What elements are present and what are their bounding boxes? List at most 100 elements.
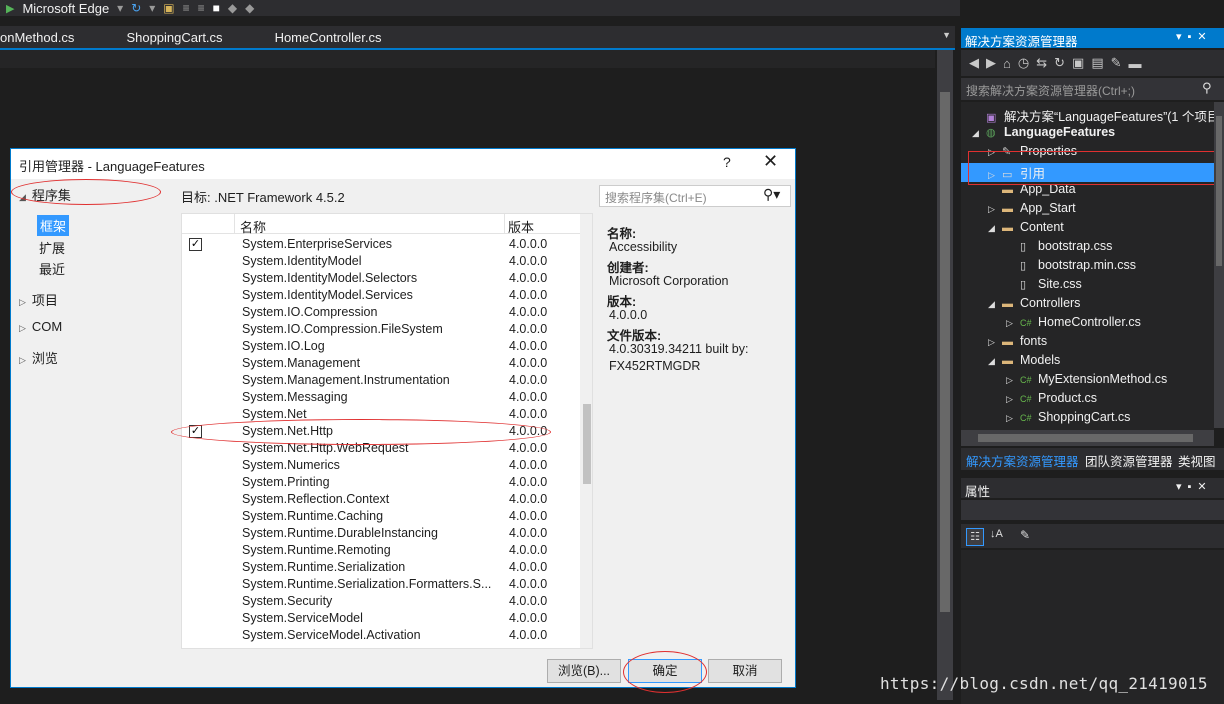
checkbox[interactable]: ✓ [189, 238, 202, 251]
collapse-all-icon[interactable]: ▣ [1072, 55, 1084, 71]
refresh-icon[interactable]: ↻ [131, 1, 141, 15]
tree-node[interactable]: ▷ C# HomeController.cs [1006, 315, 1141, 334]
table-row[interactable]: System.Runtime.DurableInstancing 4.0.0.0 [182, 525, 580, 542]
tree-node[interactable]: ▷ ▬ fonts [988, 334, 1047, 353]
bookmark-icon[interactable]: ■ [213, 1, 220, 15]
table-row[interactable]: System.IO.Compression 4.0.0.0 [182, 304, 580, 321]
dropdown-icon[interactable]: ▾ [149, 1, 155, 15]
nav-com[interactable]: ▷ COM [19, 319, 62, 334]
find-icon[interactable]: ▣ [163, 1, 174, 15]
comment-icon[interactable]: ≡ [183, 1, 190, 15]
categorized-icon[interactable]: ☷ [966, 528, 984, 546]
tree-node[interactable]: ◢ ▬ Models [988, 353, 1060, 372]
search-icon[interactable]: ⚲ [1202, 80, 1212, 96]
panel-controls[interactable]: ▾▪✕ [1176, 480, 1213, 493]
forward-icon[interactable]: ▶ [986, 55, 996, 71]
tree-node[interactable]: ▷ C# Product.cs [1006, 391, 1097, 410]
browse-button[interactable]: 浏览(B)... [547, 659, 621, 683]
run-icon[interactable]: ▶ [6, 2, 14, 15]
table-row[interactable]: System.Messaging 4.0.0.0 [182, 389, 580, 406]
tab-home-controller[interactable]: HomeController.cs [275, 30, 382, 45]
table-row[interactable]: System.Runtime.Serialization.Formatters.… [182, 576, 580, 593]
table-row[interactable]: System.ServiceModel 4.0.0.0 [182, 610, 580, 627]
table-row[interactable]: ✓ System.EnterpriseServices 4.0.0.0 [182, 236, 580, 253]
home-icon[interactable]: ⌂ [1003, 56, 1011, 71]
bookmark-prev-icon[interactable]: ◆ [228, 1, 237, 15]
tab-shopping-cart[interactable]: ShoppingCart.cs [126, 30, 222, 45]
tab-class-view[interactable]: 类视图 [1178, 451, 1216, 470]
history-icon[interactable]: ◷ [1018, 55, 1029, 71]
table-row[interactable]: System.Runtime.Remoting 4.0.0.0 [182, 542, 580, 559]
tree-node[interactable]: ◢ ▬ Controllers [988, 296, 1080, 315]
tree-node[interactable]: ▯ bootstrap.css [1006, 239, 1112, 258]
expand-icon[interactable]: ▷ [1006, 318, 1020, 329]
list-scrollbar-thumb[interactable] [583, 404, 591, 484]
bookmark-next-icon[interactable]: ◆ [245, 1, 254, 15]
tree-node[interactable]: ▷ C# MyExtensionMethod.cs [1006, 372, 1167, 391]
expand-icon[interactable]: ▷ [988, 204, 1002, 215]
table-row[interactable]: System.IdentityModel.Selectors 4.0.0.0 [182, 270, 580, 287]
expand-icon[interactable]: ▷ [988, 337, 1002, 348]
alphabetical-icon[interactable]: ↓A [990, 528, 1003, 540]
collapse-icon[interactable]: ◢ [972, 128, 986, 139]
expand-icon[interactable]: ▷ [1006, 394, 1020, 405]
cancel-button[interactable]: 取消 [708, 659, 782, 683]
column-header-name[interactable]: 名称 [240, 217, 266, 236]
nav-framework[interactable]: 框架 [37, 215, 70, 236]
dropdown-icon[interactable]: ▾ [117, 1, 123, 15]
expand-icon[interactable]: ▷ [1006, 413, 1020, 424]
collapse-icon[interactable]: ◢ [988, 356, 1002, 367]
panel-controls[interactable]: ▾▪✕ [1176, 30, 1213, 43]
tab-extension-method[interactable]: onMethod.cs [0, 30, 74, 45]
tree-vscrollbar-thumb[interactable] [1216, 116, 1222, 266]
tree-node[interactable]: ◢ ◍ LanguageFeatures [972, 125, 1115, 144]
help-button[interactable]: ? [723, 154, 731, 170]
table-row[interactable]: System.Management.Instrumentation 4.0.0.0 [182, 372, 580, 389]
editor-scrollbar-thumb[interactable] [940, 92, 950, 612]
table-row[interactable]: System.Runtime.Serialization 4.0.0.0 [182, 559, 580, 576]
tab-team-explorer[interactable]: 团队资源管理器 [1085, 451, 1173, 470]
preview-icon[interactable]: ▬ [1129, 56, 1142, 71]
nav-project[interactable]: ▷ 项目 [19, 290, 58, 309]
table-row[interactable]: System.Printing 4.0.0.0 [182, 474, 580, 491]
tree-node[interactable]: ▷ C# ShoppingCart.cs [1006, 410, 1130, 429]
tab-solution-explorer[interactable]: 解决方案资源管理器 [966, 451, 1079, 470]
back-icon[interactable]: ◀ [969, 55, 979, 71]
tree-hscrollbar-thumb[interactable] [978, 434, 1193, 442]
table-row[interactable]: System.IO.Log 4.0.0.0 [182, 338, 580, 355]
table-row[interactable]: System.Security 4.0.0.0 [182, 593, 580, 610]
tree-node[interactable]: ◢ ▬ Content [988, 220, 1064, 239]
table-row[interactable]: System.IdentityModel 4.0.0.0 [182, 253, 580, 270]
table-row[interactable]: System.IdentityModel.Services 4.0.0.0 [182, 287, 580, 304]
table-row[interactable]: System.Reflection.Context 4.0.0.0 [182, 491, 580, 508]
table-row[interactable]: System.Runtime.Caching 4.0.0.0 [182, 508, 580, 525]
nav-browse[interactable]: ▷ 浏览 [19, 348, 58, 367]
browser-label[interactable]: Microsoft Edge [22, 1, 109, 16]
column-divider[interactable] [504, 214, 505, 234]
table-row[interactable]: System.Numerics 4.0.0.0 [182, 457, 580, 474]
nav-extensions[interactable]: 扩展 [39, 238, 65, 257]
properties-object-dropdown[interactable] [961, 500, 1224, 520]
collapse-icon[interactable]: ◢ [988, 299, 1002, 310]
expand-icon[interactable]: ▷ [1006, 375, 1020, 386]
uncomment-icon[interactable]: ≡ [198, 1, 205, 15]
tree-node[interactable]: ▯ bootstrap.min.css [1006, 258, 1136, 277]
show-all-icon[interactable]: ▤ [1091, 55, 1103, 71]
column-divider[interactable] [234, 214, 235, 234]
refresh-icon[interactable]: ↻ [1054, 55, 1065, 71]
close-button[interactable]: ✕ [763, 151, 778, 172]
table-row[interactable]: System.IO.Compression.FileSystem 4.0.0.0 [182, 321, 580, 338]
tree-node[interactable]: ▣ 解决方案“LanguageFeatures”(1 个项目) [972, 106, 1224, 125]
properties-icon[interactable]: ✎ [1111, 55, 1122, 71]
tree-node[interactable]: ▷ ▬ App_Start [988, 201, 1076, 220]
tab-overflow-icon[interactable]: ▼ [942, 30, 951, 40]
sync-icon[interactable]: ⇆ [1036, 55, 1047, 71]
column-header-version[interactable]: 版本 [508, 217, 534, 236]
table-row[interactable]: System.Management 4.0.0.0 [182, 355, 580, 372]
nav-recent[interactable]: 最近 [39, 259, 65, 278]
search-icon[interactable]: ⚲▾ [763, 186, 780, 203]
table-row[interactable]: System.ServiceModel.Activation 4.0.0.0 [182, 627, 580, 644]
tree-node[interactable]: ▯ Site.css [1006, 277, 1082, 296]
wrench-icon[interactable]: ✎ [1020, 528, 1030, 542]
collapse-icon[interactable]: ◢ [988, 223, 1002, 234]
